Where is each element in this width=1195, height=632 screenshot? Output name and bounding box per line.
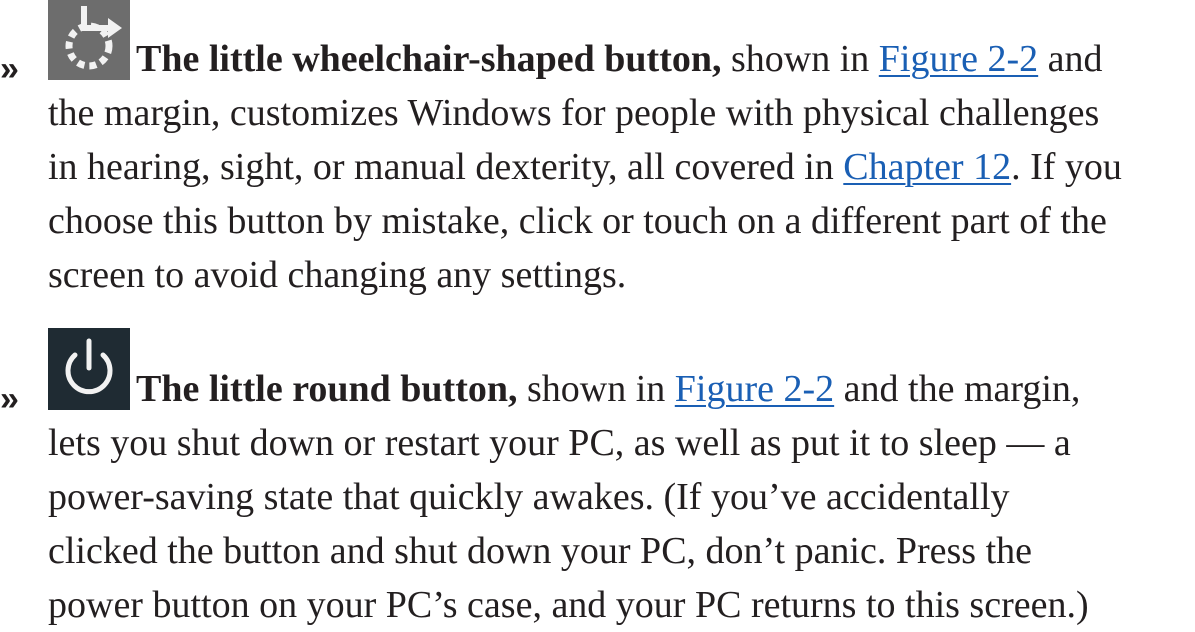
body-line: clicked the button and shut down your PC… xyxy=(48,530,1033,572)
text-run: and xyxy=(1038,38,1103,80)
text-run: shown in xyxy=(721,38,879,80)
body-line: power-saving state that quickly awakes. … xyxy=(48,476,1010,518)
term-label: The little wheelchair-shaped button, xyxy=(136,38,722,80)
item-first-line: » The little wheelchair-shaped button, s… xyxy=(0,0,1183,86)
ease-of-access-icon xyxy=(48,0,130,80)
power-icon xyxy=(48,328,130,410)
term-label: The little round button, xyxy=(136,368,518,410)
figure-2-2-link[interactable]: Figure 2-2 xyxy=(879,38,1038,80)
text-run: and the margin, xyxy=(834,368,1081,410)
item-first-line: » The little round button, shown in Figu… xyxy=(0,328,1183,416)
bullet-marker: » xyxy=(0,380,19,418)
text-run: . If you xyxy=(1011,146,1122,188)
item-heading-line: The little round button, shown in Figure… xyxy=(136,362,1080,416)
item-heading-line: The little wheelchair-shaped button, sho… xyxy=(136,32,1103,86)
bullet-item-power: » The little round button, shown in Figu… xyxy=(0,328,1183,632)
body-line: screen to avoid changing any settings. xyxy=(48,254,627,296)
chapter-12-link[interactable]: Chapter 12 xyxy=(843,146,1011,188)
figure-2-2-link[interactable]: Figure 2-2 xyxy=(675,368,834,410)
body-line: power button on your PC’s case, and your… xyxy=(48,584,1089,626)
body-line: lets you shut down or restart your PC, a… xyxy=(48,422,1071,464)
body-line: choose this button by mistake, click or … xyxy=(48,200,1107,242)
body-line: the margin, customizes Windows for peopl… xyxy=(48,92,1100,134)
text-run: in hearing, sight, or manual dexterity, … xyxy=(48,146,844,188)
text-run: shown in xyxy=(517,368,675,410)
bullet-marker: » xyxy=(0,50,19,88)
bullet-item-ease-of-access: » The little wheelchair-shaped button, s… xyxy=(0,0,1183,302)
body-line: in hearing, sight, or manual dexterity, … xyxy=(48,140,1183,194)
